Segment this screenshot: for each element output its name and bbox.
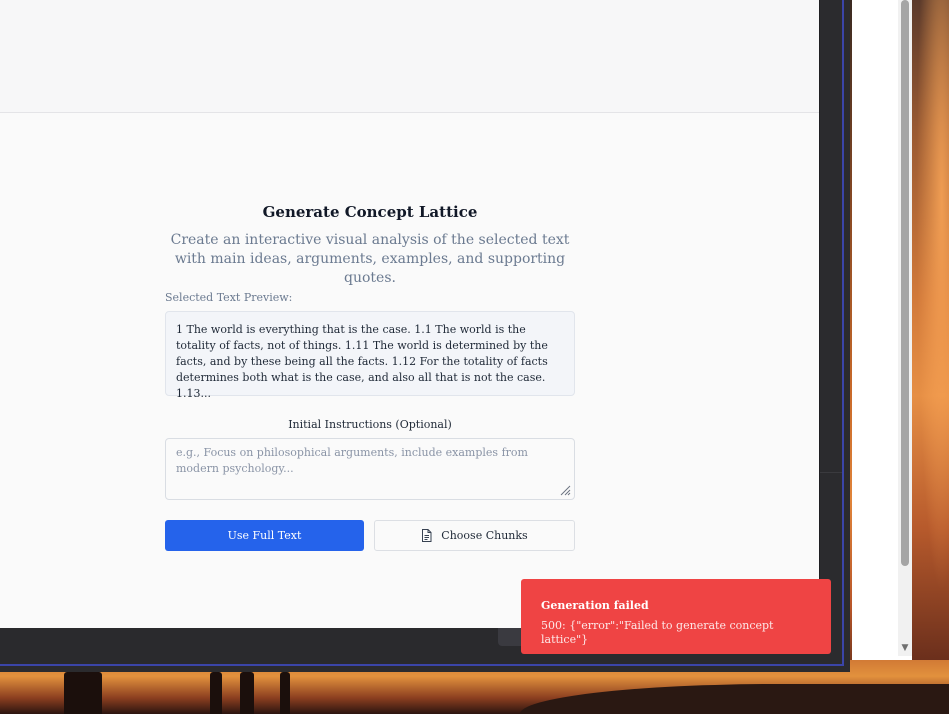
wallpaper-silhouette — [240, 672, 254, 714]
selected-text-preview-label: Selected Text Preview: — [165, 291, 293, 304]
window-border-bottom — [0, 664, 844, 666]
scrollbar-thumb[interactable] — [901, 0, 909, 566]
selected-text-preview: 1 The world is everything that is the ca… — [165, 311, 575, 400]
divider — [820, 472, 842, 473]
choose-chunks-button[interactable]: Choose Chunks — [374, 520, 575, 551]
window-border — [842, 0, 844, 666]
panel-header-area — [0, 0, 820, 113]
wallpaper-silhouette — [280, 672, 290, 714]
toast-title: Generation failed — [541, 599, 649, 612]
resize-grip-icon[interactable] — [559, 484, 571, 496]
wallpaper-silhouette — [64, 672, 102, 714]
initial-instructions-input[interactable] — [165, 438, 575, 500]
error-toast[interactable]: Generation failed 500: {"error":"Failed … — [521, 579, 831, 654]
dialog-subtitle: Create an interactive visual analysis of… — [170, 232, 570, 286]
dialog-title: Generate Concept Lattice — [262, 203, 478, 221]
use-full-text-button[interactable]: Use Full Text — [165, 520, 364, 551]
choose-chunks-label: Choose Chunks — [441, 529, 528, 542]
toast-message: 500: {"error":"Failed to generate concep… — [541, 619, 774, 646]
use-full-text-label: Use Full Text — [227, 529, 302, 542]
wallpaper-silhouette — [210, 672, 222, 714]
scroll-down-arrow-icon[interactable]: ▼ — [899, 642, 911, 654]
file-text-icon — [421, 529, 432, 542]
desktop-wallpaper — [912, 0, 949, 660]
initial-instructions-label: Initial Instructions (Optional) — [288, 418, 452, 431]
panel-divider — [819, 0, 820, 628]
